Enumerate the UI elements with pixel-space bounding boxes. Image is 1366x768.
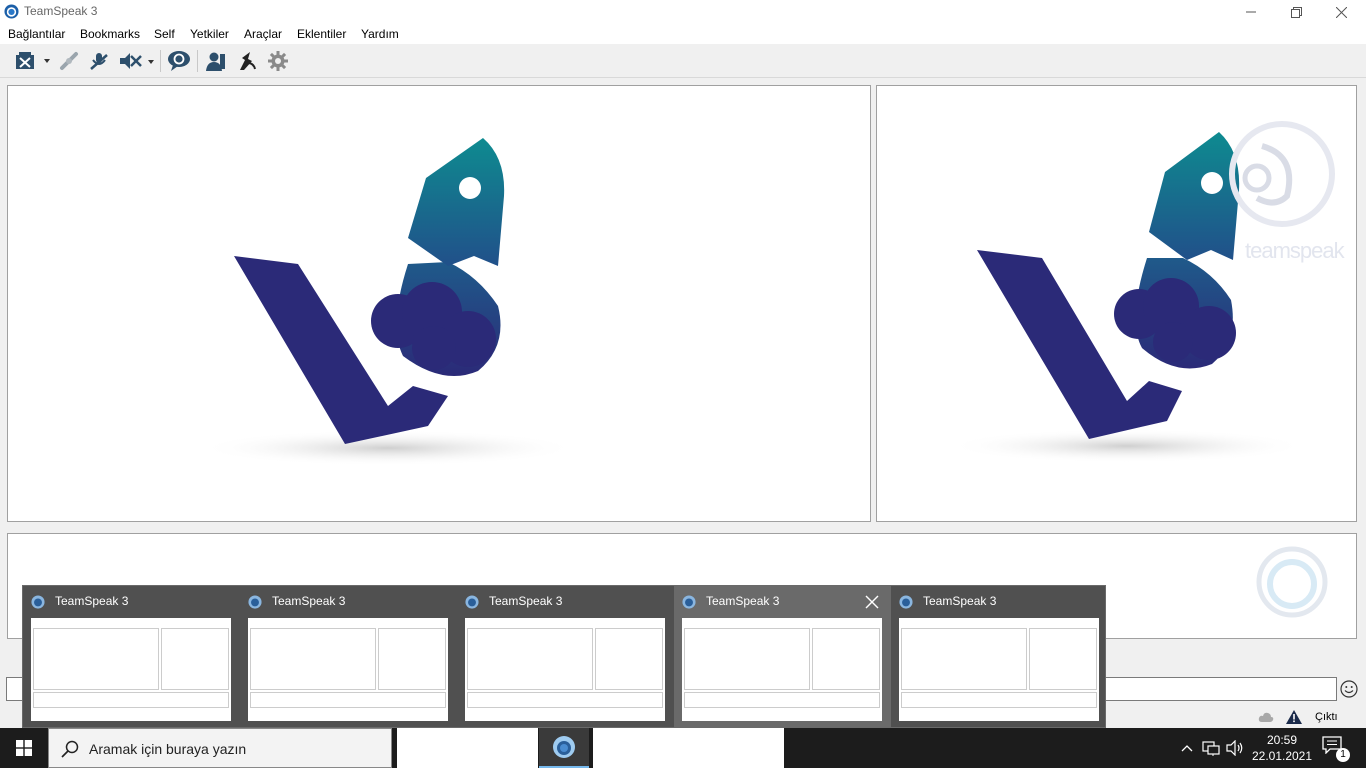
channel-tree-panel[interactable] <box>7 85 871 522</box>
server-banner-image <box>198 138 578 466</box>
title-bar: TeamSpeak 3 <box>0 0 1366 24</box>
away-button[interactable] <box>166 48 192 74</box>
thumbnail-image <box>899 618 1099 721</box>
toolbar-separator <box>160 50 161 72</box>
teamspeak-watermark-icon <box>1256 546 1328 618</box>
thumbnail-title: TeamSpeak 3 <box>706 594 780 608</box>
thumbnail-image <box>248 618 448 721</box>
whisper-icon <box>240 52 256 70</box>
contacts-button[interactable] <box>203 48 229 74</box>
contacts-icon <box>206 52 225 71</box>
window-thumbnail[interactable]: TeamSpeak 3 <box>891 586 1108 729</box>
taskbar-clock[interactable]: 20:59 22.01.2021 <box>1250 732 1314 764</box>
connect-button[interactable] <box>10 48 54 74</box>
menu-baglantilar[interactable]: Bağlantılar <box>8 27 65 41</box>
warning-icon[interactable] <box>1286 710 1302 724</box>
teamspeak-app-icon <box>248 595 262 609</box>
clock-time: 20:59 <box>1266 733 1298 747</box>
menu-eklentiler[interactable]: Eklentiler <box>297 27 346 41</box>
thumbnail-title: TeamSpeak 3 <box>272 594 346 608</box>
network-icon <box>1202 741 1220 756</box>
clock-date: 22.01.2021 <box>1251 749 1313 763</box>
taskbar-app-button[interactable] <box>397 728 538 768</box>
minimize-icon <box>1246 11 1256 13</box>
thumbnail-image <box>682 618 882 721</box>
search-icon <box>61 740 79 758</box>
disconnect-button[interactable] <box>56 48 82 74</box>
menu-yardim[interactable]: Yardım <box>361 27 399 41</box>
mute-microphone-button[interactable] <box>86 48 112 74</box>
mute-microphone-icon <box>90 53 108 70</box>
menu-self[interactable]: Self <box>154 27 175 41</box>
menu-araclar[interactable]: Araçlar <box>244 27 282 41</box>
status-text: Çıktı <box>1315 711 1338 723</box>
window-thumbnail[interactable]: TeamSpeak 3 <box>240 586 457 729</box>
window-thumbnail[interactable]: TeamSpeak 3 <box>457 586 674 729</box>
connect-icon <box>16 52 50 69</box>
server-info-panel: teamspeak <box>876 85 1357 522</box>
settings-icon <box>268 51 288 71</box>
close-icon <box>1335 6 1347 18</box>
window-thumbnail[interactable]: TeamSpeak 3 <box>23 586 240 729</box>
thumbnail-title: TeamSpeak 3 <box>923 594 997 608</box>
taskbar-search-box[interactable]: Aramak için buraya yazın <box>48 728 392 768</box>
whisper-button[interactable] <box>234 48 260 74</box>
search-placeholder: Aramak için buraya yazın <box>89 741 247 757</box>
toolbar <box>0 44 1366 78</box>
close-button[interactable] <box>1318 0 1364 24</box>
action-center-button[interactable]: 1 <box>1322 736 1350 762</box>
speaker-icon <box>1226 740 1243 756</box>
disconnect-icon <box>60 52 78 70</box>
thumbnail-title: TeamSpeak 3 <box>55 594 129 608</box>
windows-logo-icon <box>16 740 32 756</box>
settings-button[interactable] <box>265 48 291 74</box>
window-title: TeamSpeak 3 <box>24 4 98 18</box>
show-hidden-icons-button[interactable] <box>1177 728 1197 768</box>
windows-taskbar: Aramak için buraya yazın 20:59 22.01.202… <box>0 728 1366 768</box>
teamspeak-app-icon <box>31 595 45 609</box>
window-thumbnail-hovered[interactable]: TeamSpeak 3 <box>674 586 891 729</box>
teamspeak-app-icon <box>465 595 479 609</box>
teamspeak-app-icon <box>4 4 19 19</box>
minimize-button[interactable] <box>1228 0 1274 24</box>
mute-speakers-button[interactable] <box>116 48 156 74</box>
cloud-icon <box>1258 712 1274 722</box>
thumbnail-title: TeamSpeak 3 <box>489 594 563 608</box>
menu-yetkiler[interactable]: Yetkiler <box>190 27 229 41</box>
teamspeak-app-icon <box>899 595 913 609</box>
mute-speakers-icon <box>120 53 154 69</box>
taskbar-preview-popup: TeamSpeak 3 TeamSpeak 3 TeamSpeak 3 Team… <box>22 585 1108 729</box>
notification-count-badge: 1 <box>1336 748 1350 762</box>
teamspeak-app-icon <box>682 595 696 609</box>
server-info-banner-image <box>947 121 1335 463</box>
chevron-up-icon <box>1181 745 1193 752</box>
taskbar-teamspeak-button[interactable] <box>539 728 589 768</box>
taskbar-app-button[interactable] <box>593 728 784 768</box>
restore-icon <box>1290 6 1302 18</box>
network-button[interactable] <box>1200 728 1222 768</box>
restore-button[interactable] <box>1273 0 1319 24</box>
toolbar-separator <box>197 50 198 72</box>
volume-button[interactable] <box>1224 728 1246 768</box>
thumbnail-image <box>31 618 231 721</box>
start-button[interactable] <box>0 728 48 768</box>
teamspeak-app-icon <box>553 736 575 758</box>
thumbnail-image <box>465 618 665 721</box>
teamspeak-watermark-text: teamspeak <box>1245 238 1345 263</box>
away-icon <box>168 51 190 71</box>
close-icon[interactable] <box>864 594 880 610</box>
menu-bookmarks[interactable]: Bookmarks <box>80 27 140 41</box>
emoji-icon[interactable] <box>1340 680 1358 698</box>
menu-bar: Bağlantılar Bookmarks Self Yetkiler Araç… <box>0 24 1366 44</box>
